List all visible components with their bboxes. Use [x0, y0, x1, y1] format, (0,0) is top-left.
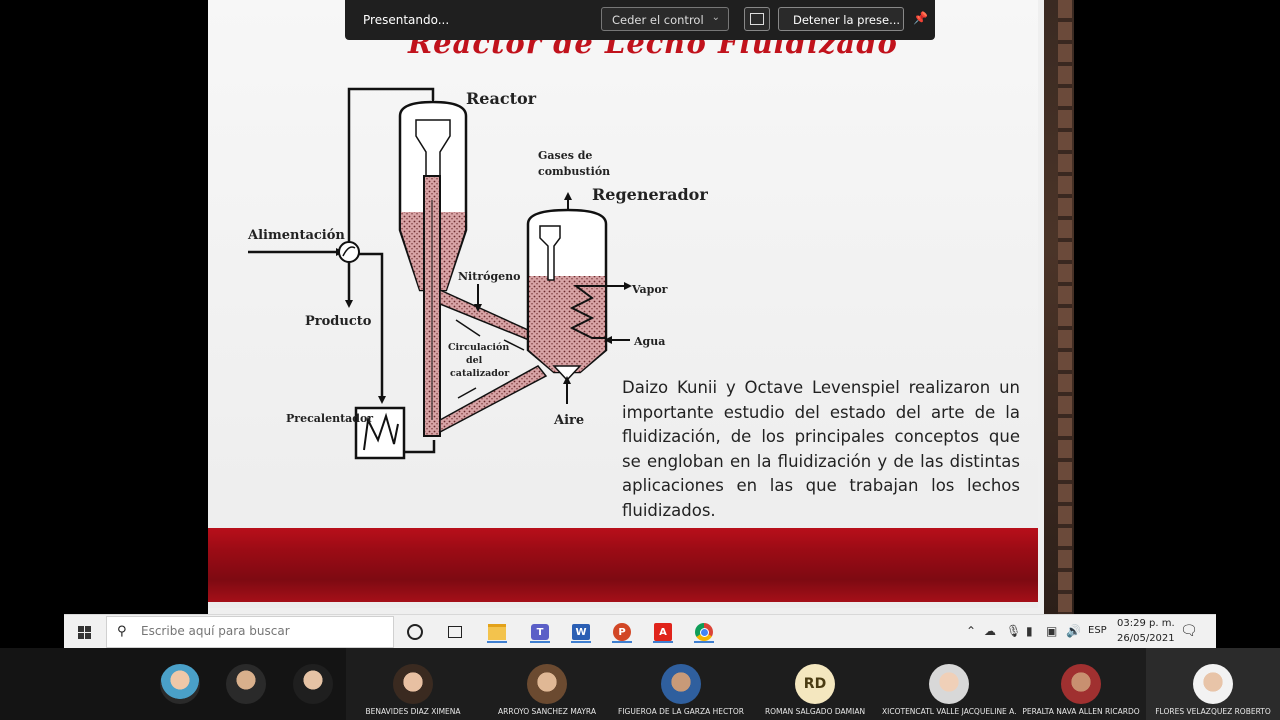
participant-name: PERALTA NAVA ALLEN RICARDO	[1022, 707, 1140, 716]
cortana-icon[interactable]	[403, 620, 427, 644]
diagram-label-nitrogeno: Nitrógeno	[458, 270, 520, 283]
clock-time[interactable]: 03:29 p. m.	[1117, 618, 1175, 629]
participant-avatar	[527, 664, 567, 704]
search-input[interactable]	[139, 623, 383, 639]
participant-avatar	[1061, 664, 1101, 704]
input-language[interactable]: ESP	[1088, 625, 1107, 636]
participant-tile[interactable]: FLORES VELAZQUEZ ROBERTO	[1146, 648, 1280, 720]
participant-group-tile	[0, 648, 346, 720]
chevron-down-icon: ⌄	[711, 12, 720, 23]
diagram-label-del: del	[466, 355, 483, 366]
task-view-icon[interactable]	[443, 620, 467, 644]
participant-name: BENAVIDES DIAZ XIMENA	[365, 707, 461, 716]
diagram-label-circulacion: Circulación	[448, 342, 509, 353]
slide-footer-band	[208, 528, 1038, 602]
participant-tile[interactable]: RD ROMAN SALGADO DAMIAN	[748, 648, 882, 720]
slide-body-text: Daizo Kunii y Octave Levenspiel realizar…	[622, 378, 1020, 520]
participant-avatar	[393, 664, 433, 704]
search-icon: ⚲	[117, 624, 127, 639]
participant-avatar[interactable]	[226, 664, 266, 704]
stop-screen-share-icon-button[interactable]	[744, 7, 770, 31]
participant-initials-avatar: RD	[795, 664, 835, 704]
slide-paper: Reactor de Lecho Fluidizado Reactor Gase…	[208, 0, 1038, 608]
participant-avatar[interactable]	[160, 664, 200, 704]
participant-tile[interactable]: FIGUEROA DE LA GARZA HECTOR	[614, 648, 748, 720]
network-icon[interactable]: ▣	[1046, 624, 1057, 638]
acrobat-icon[interactable]: A	[651, 620, 675, 644]
background-wall-detail	[1058, 0, 1072, 614]
participant-tile[interactable]: BENAVIDES DIAZ XIMENA	[346, 648, 480, 720]
presenter-toolbar: Presentando... Ceder el control ⌄ Detene…	[345, 0, 935, 40]
shared-slide: Reactor de Lecho Fluidizado Reactor Gase…	[208, 0, 1044, 614]
diagram-label-gases: Gases de	[538, 149, 592, 162]
participant-tile[interactable]: XICOTENCATL VALLE JACQUELINE A...	[882, 648, 1016, 720]
onedrive-icon[interactable]: ☁	[984, 624, 996, 638]
pin-icon[interactable]: 📌	[913, 11, 928, 25]
diagram-label-regenerador: Regenerador	[592, 185, 708, 204]
teams-icon[interactable]: T	[528, 620, 552, 644]
clock-date[interactable]: 26/05/2021	[1117, 633, 1175, 644]
participant-avatar	[929, 664, 969, 704]
chrome-icon[interactable]	[692, 620, 716, 644]
chevron-up-icon[interactable]: ⌃	[966, 624, 976, 638]
participant-tile[interactable]: ARROYO SANCHEZ MAYRA	[480, 648, 614, 720]
diagram-label-producto: Producto	[305, 314, 372, 329]
participant-name: ROMAN SALGADO DAMIAN	[764, 707, 866, 716]
presenting-status: Presentando...	[363, 13, 450, 27]
diagram-label-catalizador: catalizador	[450, 368, 510, 379]
powerpoint-icon[interactable]: P	[610, 620, 634, 644]
diagram-label-alimentacion: Alimentación	[247, 228, 345, 243]
participants-gallery: BENAVIDES DIAZ XIMENA ARROYO SANCHEZ MAY…	[0, 648, 1280, 720]
diagram-label-reactor: Reactor	[466, 89, 537, 108]
participant-name: XICOTENCATL VALLE JACQUELINE A...	[882, 707, 1016, 716]
participant-avatar[interactable]	[293, 664, 333, 704]
diagram-label-aire: Aire	[553, 413, 584, 428]
stop-presenting-button[interactable]: Detener la prese...	[778, 7, 904, 31]
screen-icon	[750, 13, 764, 25]
participant-name: ARROYO SANCHEZ MAYRA	[498, 707, 596, 716]
notifications-icon[interactable]: 🗨	[1180, 623, 1198, 639]
participant-tile[interactable]: PERALTA NAVA ALLEN RICARDO	[1016, 648, 1146, 720]
heat-exchanger	[338, 241, 360, 263]
taskbar-search-box[interactable]: ⚲	[106, 616, 394, 648]
windows-start-icon[interactable]	[64, 615, 104, 649]
file-explorer-icon[interactable]	[485, 620, 509, 644]
stop-presenting-label: Detener la prese...	[793, 13, 901, 27]
give-control-label: Ceder el control	[612, 13, 704, 27]
participant-name: FIGUEROA DE LA GARZA HECTOR	[618, 707, 744, 716]
participant-name: FLORES VELAZQUEZ ROBERTO	[1155, 707, 1271, 716]
participant-avatar	[661, 664, 701, 704]
diagram-label-agua: Agua	[633, 335, 665, 348]
windows-taskbar: ⚲ T W P A ⌃ ☁ 🎙 ▮ ▣ 🔊 ESP 03:29 p. m. 26…	[64, 614, 1216, 649]
volume-icon[interactable]: 🔊	[1066, 624, 1081, 638]
word-icon[interactable]: W	[569, 620, 593, 644]
diagram-label-combustion: combustión	[538, 165, 610, 178]
battery-icon[interactable]: ▮	[1026, 624, 1033, 638]
give-control-dropdown[interactable]: Ceder el control ⌄	[601, 7, 729, 31]
microphone-icon[interactable]: 🎙	[1006, 624, 1021, 638]
diagram-label-vapor: Vapor	[631, 283, 668, 296]
participant-avatar	[1193, 664, 1233, 704]
diagram-label-precalentador: Precalentador	[286, 412, 373, 425]
